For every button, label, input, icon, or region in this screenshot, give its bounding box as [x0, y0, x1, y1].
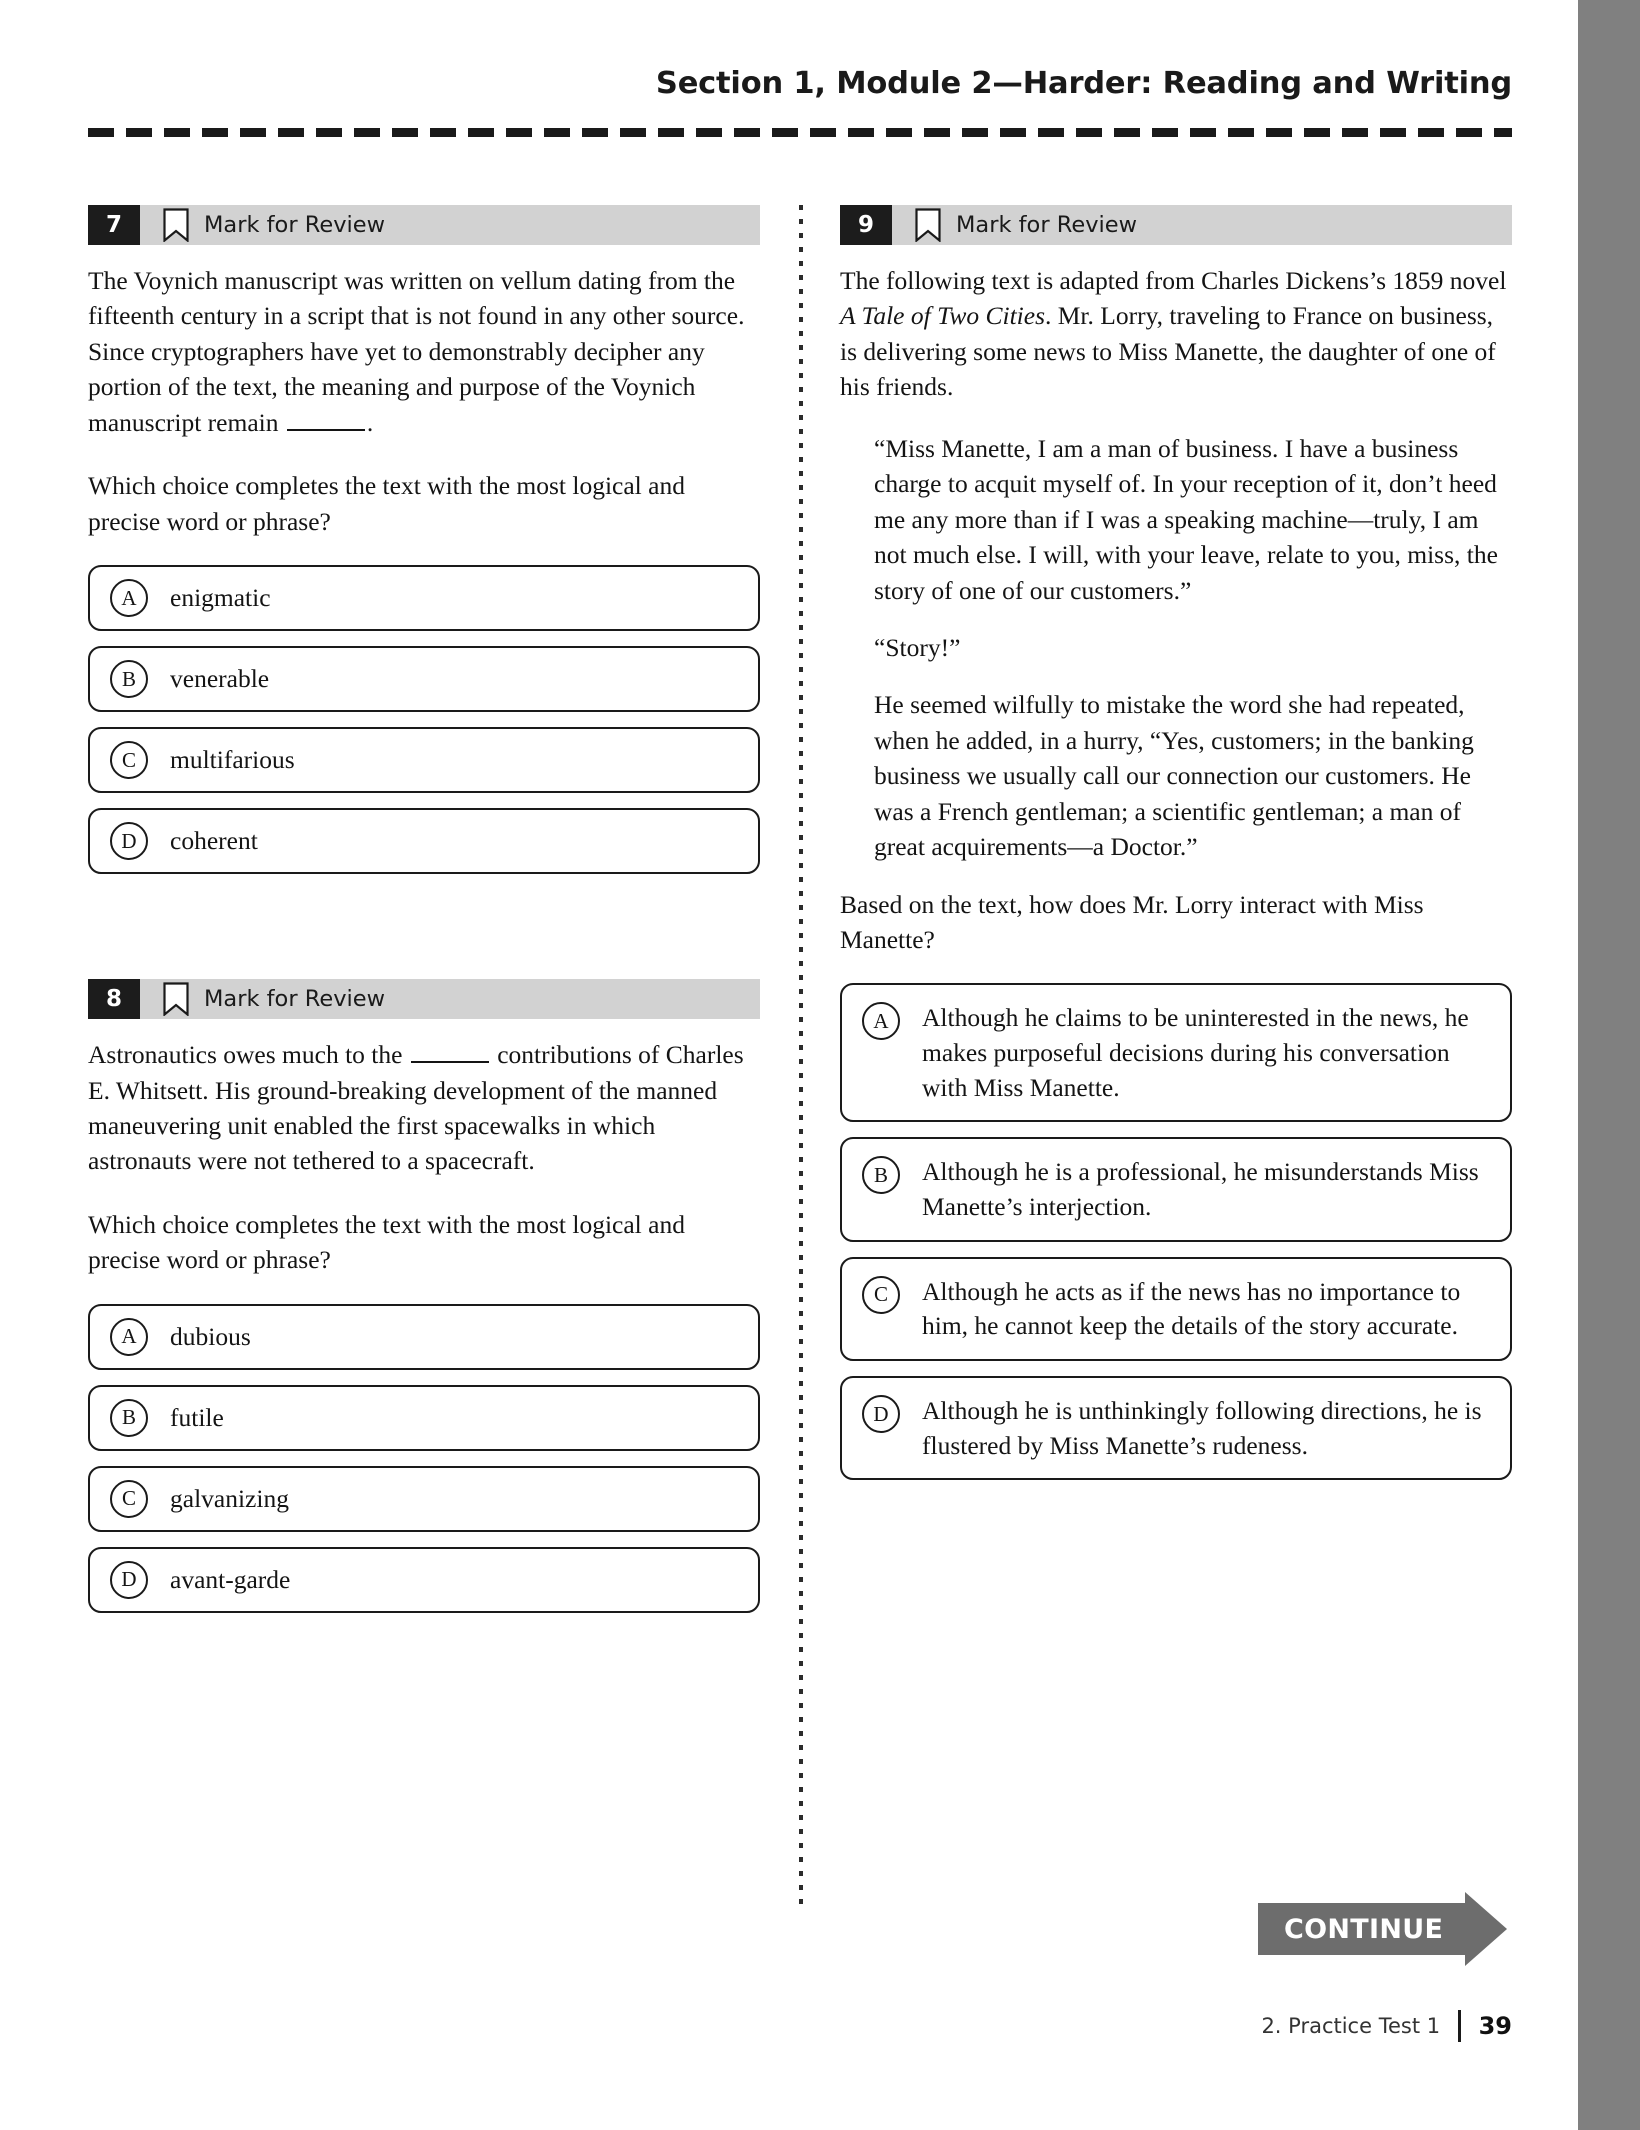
continue-arrow-icon: [1465, 1892, 1508, 1966]
choice-text: Although he is a professional, he misund…: [922, 1157, 1479, 1222]
continue-button-body: CONTINUE: [1258, 1903, 1466, 1955]
choice-8-c[interactable]: C galvanizing: [88, 1465, 760, 1532]
choice-letter: D: [110, 1560, 148, 1599]
page-sheet: Section 1, Module 2—Harder: Reading and …: [0, 0, 1578, 2130]
question-9-prompt: Based on the text, how does Mr. Lorry in…: [840, 889, 1424, 954]
choice-text: Although he is unthinkingly following di…: [922, 1396, 1482, 1460]
choice-text: Although he acts as if the news has no i…: [922, 1276, 1461, 1341]
passage-paragraph-3: He seemed wilfully to mistake the word s…: [874, 690, 1474, 862]
footer-divider: [1458, 2010, 1461, 2042]
choice-text: galvanizing: [170, 1483, 289, 1513]
question-9: 9 Mark for Review The following text is …: [840, 205, 1512, 1481]
question-8-choices: A dubious B futile C galvanizing D avant…: [88, 1303, 760, 1613]
right-edge-bar: [1578, 0, 1640, 2130]
question-9-intro: The following text is adapted from Charl…: [840, 263, 1512, 405]
question-7-number: 7: [88, 205, 140, 245]
choice-8-d[interactable]: D avant-garde: [88, 1546, 760, 1613]
blank-line: [410, 1042, 489, 1064]
question-7-choices: A enigmatic B venerable C multifarious D…: [88, 565, 760, 875]
right-column: 9 Mark for Review The following text is …: [840, 205, 1512, 1628]
footer-label: 2. Practice Test 1: [1261, 2014, 1441, 2038]
choice-text: enigmatic: [170, 583, 271, 613]
choice-7-c[interactable]: C multifarious: [88, 727, 760, 794]
question-8-number: 8: [88, 979, 140, 1020]
question-7-prompt: Which choice completes the text with the…: [88, 471, 685, 536]
choice-8-a[interactable]: A dubious: [88, 1303, 760, 1370]
question-columns: 7 Mark for Review The Voynich manuscript…: [88, 205, 1512, 1905]
continue-label: CONTINUE: [1284, 1913, 1444, 1945]
choice-text: coherent: [170, 826, 258, 856]
page-footer: 2. Practice Test 1 39: [88, 2010, 1512, 2042]
passage-paragraph-1: “Miss Manette, I am a man of business. I…: [874, 433, 1498, 605]
choice-letter: B: [110, 660, 148, 699]
choice-text: multifarious: [170, 745, 295, 775]
mark-for-review-label-7[interactable]: Mark for Review: [204, 205, 385, 245]
choice-7-b[interactable]: B venerable: [88, 646, 760, 713]
column-gap: [760, 205, 840, 1905]
question-8-prompt: Which choice completes the text with the…: [88, 1209, 685, 1275]
continue-button[interactable]: CONTINUE: [1258, 1892, 1508, 1966]
footer-page-number: 39: [1478, 2012, 1512, 2040]
question-8-header: 8 Mark for Review: [88, 979, 760, 1020]
choice-text: futile: [170, 1402, 224, 1432]
question-7-header: 7 Mark for Review: [88, 205, 760, 245]
bookmark-icon[interactable]: [154, 979, 198, 1019]
choice-letter: A: [110, 579, 148, 618]
mark-for-review-label-9[interactable]: Mark for Review: [956, 205, 1137, 245]
passage-paragraph-2: “Story!”: [874, 632, 961, 662]
choice-9-c[interactable]: C Although he acts as if the news has no…: [840, 1256, 1512, 1362]
choice-7-d[interactable]: D coherent: [88, 808, 760, 875]
choice-letter: D: [110, 822, 148, 861]
choice-text: venerable: [170, 664, 270, 694]
choice-9-d[interactable]: D Although he is unthinkingly following …: [840, 1376, 1512, 1481]
choice-letter: B: [862, 1156, 900, 1195]
bookmark-icon[interactable]: [906, 205, 950, 245]
choice-text: dubious: [170, 1321, 251, 1351]
question-9-header: 9 Mark for Review: [840, 205, 1512, 245]
bookmark-icon[interactable]: [154, 205, 198, 245]
header-dashed-rule: [88, 128, 1512, 137]
choice-letter: D: [862, 1395, 900, 1434]
column-divider: [799, 205, 803, 1905]
choice-letter: C: [110, 741, 148, 780]
intro-part-1: The following text is adapted from Charl…: [840, 266, 1507, 295]
choice-text: avant-garde: [170, 1564, 291, 1594]
question-9-choices: A Although he claims to be uninterested …: [840, 983, 1512, 1481]
choice-8-b[interactable]: B futile: [88, 1384, 760, 1451]
choice-letter: C: [862, 1275, 900, 1314]
choice-letter: B: [110, 1398, 148, 1437]
choice-letter: A: [110, 1317, 148, 1356]
question-8-body: Astronautics owes much to the contributi…: [88, 1040, 744, 1176]
blank-line: [286, 410, 365, 431]
choice-9-b[interactable]: B Although he is a professional, he misu…: [840, 1137, 1512, 1242]
question-9-number: 9: [840, 205, 892, 245]
choice-text: Although he claims to be uninterested in…: [922, 1003, 1469, 1102]
page-header: Section 1, Module 2—Harder: Reading and …: [88, 66, 1512, 101]
page-title: Section 1, Module 2—Harder: Reading and …: [655, 66, 1512, 101]
novel-title: A Tale of Two Cities: [840, 301, 1045, 331]
mark-for-review-label-8[interactable]: Mark for Review: [204, 979, 385, 1019]
question-spacer: [88, 889, 760, 979]
question-7: 7 Mark for Review The Voynich manuscript…: [88, 205, 760, 875]
choice-7-a[interactable]: A enigmatic: [88, 565, 760, 632]
choice-9-a[interactable]: A Although he claims to be uninterested …: [840, 983, 1512, 1123]
question-8: 8 Mark for Review Astronautics owes much…: [88, 979, 760, 1613]
choice-letter: C: [110, 1479, 148, 1518]
question-7-body: The Voynich manuscript was written on ve…: [88, 266, 745, 437]
left-column: 7 Mark for Review The Voynich manuscript…: [88, 205, 760, 1628]
choice-letter: A: [862, 1002, 900, 1041]
